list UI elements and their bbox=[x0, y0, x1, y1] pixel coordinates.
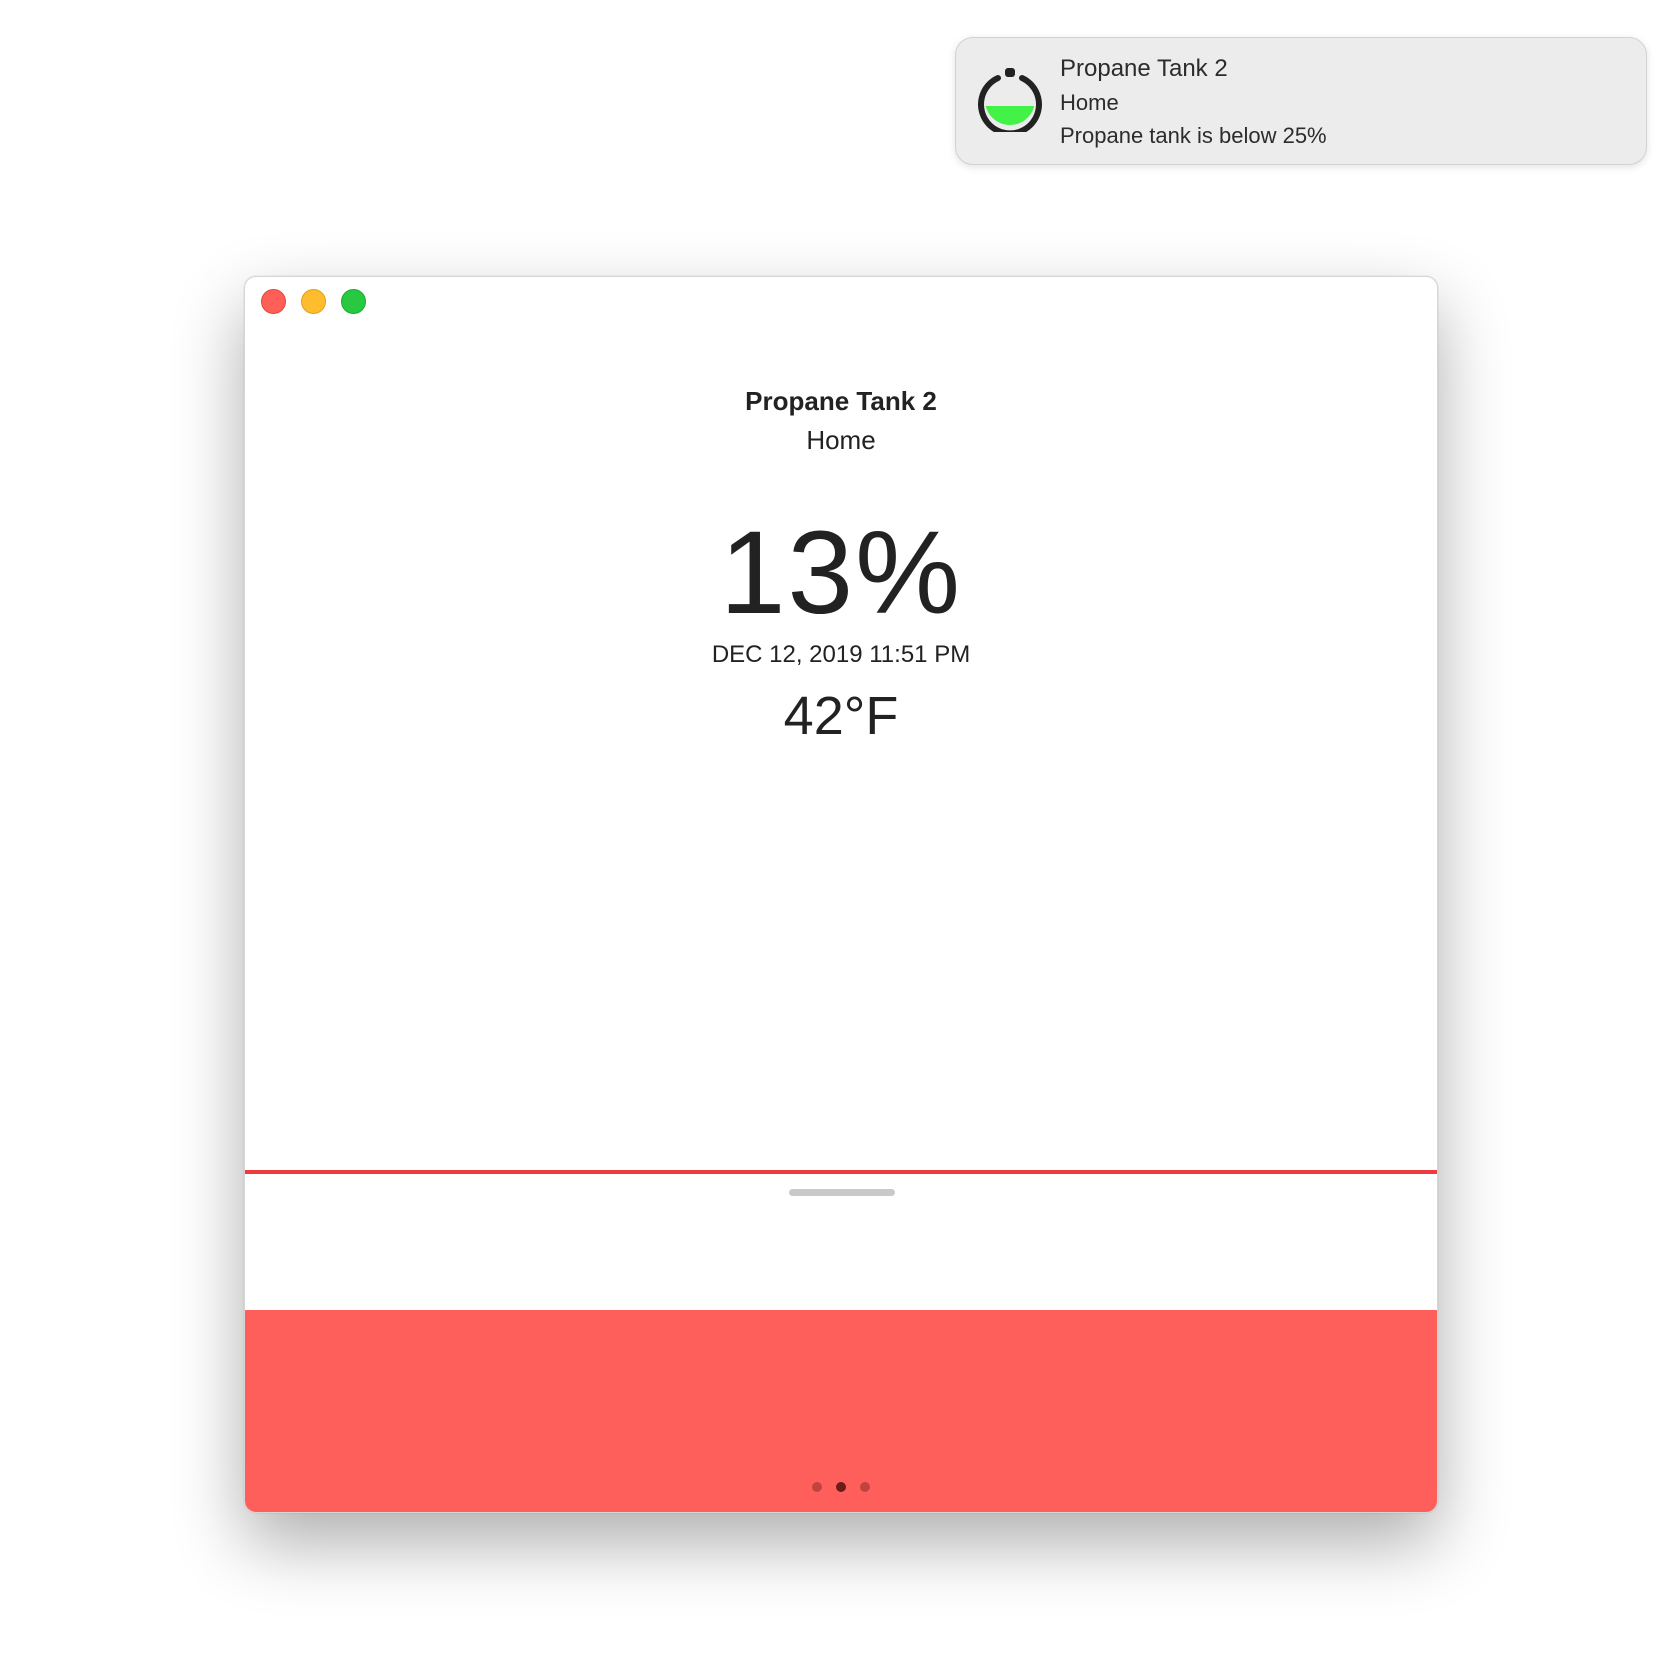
page-dot-active[interactable] bbox=[836, 1482, 846, 1492]
notification-message: Propane tank is below 25% bbox=[1060, 123, 1327, 148]
tank-level-fill bbox=[245, 1310, 1437, 1512]
zoom-window-button[interactable] bbox=[341, 289, 366, 314]
drag-handle[interactable] bbox=[789, 1189, 895, 1196]
close-window-button[interactable] bbox=[261, 289, 286, 314]
notification-text: Propane Tank 2 Home Propane tank is belo… bbox=[1060, 52, 1327, 152]
notification-title: Propane Tank 2 bbox=[1060, 55, 1228, 82]
level-threshold-line bbox=[245, 1170, 1437, 1174]
notification-subtitle: Home bbox=[1060, 90, 1119, 115]
page-indicator[interactable] bbox=[245, 1482, 1437, 1492]
temperature-value: 42°F bbox=[783, 686, 899, 746]
page-dot[interactable] bbox=[812, 1482, 822, 1492]
reading-timestamp: DEC 12, 2019 11:51 PM bbox=[711, 641, 971, 668]
notification-banner[interactable]: Propane Tank 2 Home Propane tank is belo… bbox=[955, 37, 1647, 165]
device-location: Home bbox=[806, 425, 876, 455]
propane-tank-icon bbox=[978, 68, 1042, 132]
device-name: Propane Tank 2 bbox=[745, 386, 937, 416]
page-dot[interactable] bbox=[860, 1482, 870, 1492]
tank-level-value: 13% bbox=[719, 507, 963, 639]
minimize-window-button[interactable] bbox=[301, 289, 326, 314]
app-window: Propane Tank 2 Home 13% DEC 12, 2019 11:… bbox=[244, 276, 1438, 1513]
desktop: Propane Tank 2 Home Propane tank is belo… bbox=[0, 0, 1680, 1680]
